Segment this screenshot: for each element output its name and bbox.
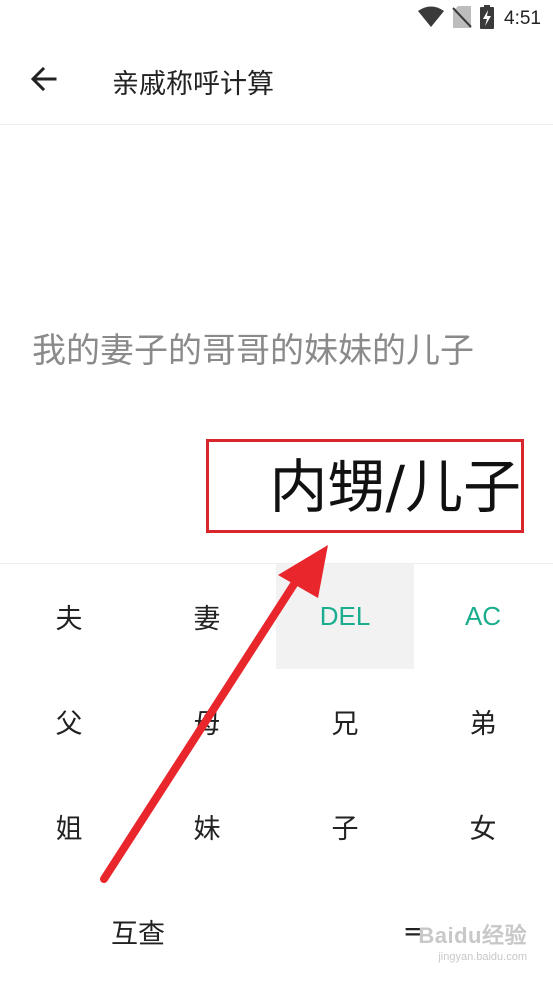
key-father[interactable]: 父 xyxy=(0,669,138,774)
watermark-brand: Baidu经验 xyxy=(418,923,527,948)
key-wife[interactable]: 妻 xyxy=(138,564,276,669)
relation-expression: 我的妻子的哥哥的妹妹的儿子 xyxy=(32,331,474,371)
mutual-lookup-button[interactable]: 互查 xyxy=(0,879,276,984)
key-mother[interactable]: 母 xyxy=(138,669,276,774)
app-bar: 亲戚称呼计算 xyxy=(0,38,553,125)
result-text: 内甥/儿子 xyxy=(269,453,521,521)
key-elder-sister[interactable]: 姐 xyxy=(0,774,138,879)
clear-all-button[interactable]: AC xyxy=(414,564,552,669)
watermark-url: jingyan.baidu.com xyxy=(438,951,527,963)
back-button[interactable] xyxy=(24,61,64,101)
key-younger-sister[interactable]: 妹 xyxy=(138,774,276,879)
key-husband[interactable]: 夫 xyxy=(0,564,138,669)
key-elder-brother[interactable]: 兄 xyxy=(276,669,414,774)
key-daughter[interactable]: 女 xyxy=(414,774,552,879)
status-icons: 4:51 xyxy=(418,5,541,33)
wifi-icon xyxy=(418,6,445,32)
watermark: Baidu经验 jingyan.baidu.com xyxy=(418,918,527,963)
battery-charging-icon xyxy=(480,5,495,33)
page-title: 亲戚称呼计算 xyxy=(112,69,274,100)
key-younger-brother[interactable]: 弟 xyxy=(414,669,552,774)
key-son[interactable]: 子 xyxy=(276,774,414,879)
no-sim-icon xyxy=(452,5,472,33)
arrow-left-icon xyxy=(30,66,57,96)
status-bar: 4:51 xyxy=(0,0,553,38)
status-time: 4:51 xyxy=(504,8,541,29)
delete-button[interactable]: DEL xyxy=(276,564,414,669)
